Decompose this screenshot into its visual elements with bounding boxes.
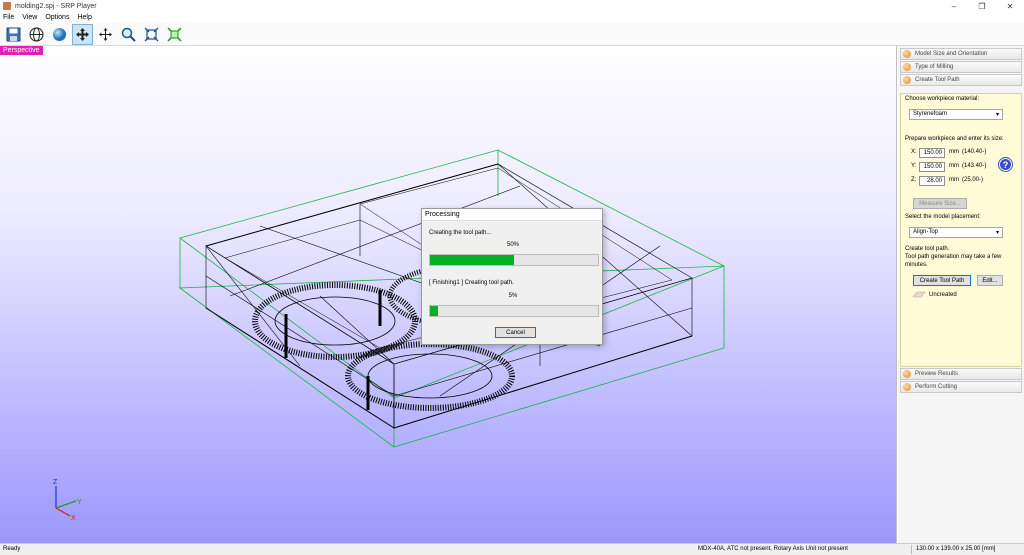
wireframe-view-button[interactable] (26, 24, 47, 45)
size-z-axis: Z: (911, 177, 917, 183)
app-icon (3, 2, 11, 10)
section-label: Create Tool Path (915, 77, 960, 83)
close-button[interactable]: ✕ (996, 0, 1024, 12)
globe-wire-icon (29, 27, 44, 41)
size-label: Prepare workpiece and enter its size: (905, 136, 1004, 142)
size-x-axis: X: (911, 149, 917, 155)
progress-bar-1 (429, 254, 599, 266)
machine-status: MDX-40A, ATC not present, Rotary Axis Un… (698, 546, 848, 552)
menu-options[interactable]: Options (45, 14, 69, 21)
window-controls: – ❐ ✕ (940, 0, 1024, 12)
size-y-unit: mm (949, 163, 959, 169)
edit-button[interactable]: Edit... (977, 275, 1003, 286)
section-icon (903, 370, 911, 378)
section-perform-cutting[interactable]: Perform Cutting (900, 381, 1022, 393)
section-label: Perform Cutting (915, 384, 958, 390)
pan-icon (99, 27, 112, 41)
section-model-size[interactable]: Model Size and Orientation (900, 48, 1022, 60)
progress-bar-2 (429, 305, 599, 317)
size-y-range: (143.40-) (962, 163, 987, 169)
placement-select[interactable]: Align-Top ▾ (909, 227, 1003, 238)
size-z-range: (25.00-) (962, 177, 984, 183)
axis-z-label: Z (53, 479, 58, 486)
size-y-input[interactable]: 150.00 (919, 162, 945, 172)
progress-bar-1-fill (430, 255, 514, 265)
size-x-input[interactable]: 150.00 (919, 148, 945, 158)
fit-icon (144, 27, 159, 41)
create-line-2: Tool path generation may take a few (905, 254, 1002, 260)
progress-1-percent: 50% (506, 242, 519, 248)
section-preview-results[interactable]: Preview Results (900, 368, 1022, 380)
zoom-button[interactable] (118, 24, 139, 45)
progress-1-label: Creating the tool path... (429, 230, 492, 236)
material-select[interactable]: Styrenefoam ▾ (909, 109, 1003, 120)
save-icon (6, 27, 21, 41)
zoom-icon (121, 27, 136, 42)
create-tool-path-button[interactable]: Create Tool Path (913, 275, 971, 286)
status-text: Ready (3, 546, 21, 552)
section-icon (903, 76, 911, 84)
cancel-button[interactable]: Cancel (495, 327, 536, 338)
section-label: Preview Results (915, 371, 959, 377)
title-bar: molding2.spj - SRP Player – ❐ ✕ (0, 0, 1024, 12)
maximize-button[interactable]: ❐ (968, 0, 996, 12)
fit-button[interactable] (141, 24, 162, 45)
create-tool-path-body: Choose workpiece material: Styrenefoam ▾… (900, 93, 1022, 367)
sphere-icon (53, 27, 66, 41)
axis-x-label: X (71, 515, 76, 522)
placement-value: Align-Top (913, 229, 939, 235)
size-x-unit: mm (949, 149, 959, 155)
material-label: Choose workpiece material: (905, 96, 980, 102)
section-label: Model Size and Orientation (915, 51, 988, 57)
perspective-label: Perspective (0, 46, 43, 55)
chevron-down-icon: ▾ (995, 112, 999, 118)
fit-all-button[interactable] (164, 24, 185, 45)
menu-help[interactable]: Help (77, 14, 91, 21)
progress-2-label: [ Finishing1 ] Creating tool path. (429, 280, 514, 286)
chevron-down-icon: ▾ (995, 230, 999, 236)
model-size-status: 130.00 x 139.00 x 25.00 [mm] (916, 546, 996, 552)
size-z-input[interactable]: 28.00 (919, 176, 945, 186)
section-create-tool-path[interactable]: Create Tool Path (900, 74, 1022, 86)
section-type-of-milling[interactable]: Type of Milling (900, 61, 1022, 73)
shaded-view-button[interactable] (49, 24, 70, 45)
help-icon[interactable]: ? (999, 158, 1012, 171)
tool-path-status: Uncreated (929, 292, 957, 298)
create-line-3: minutes. (905, 262, 928, 268)
menu-bar: File View Options Help (0, 12, 1024, 22)
tool-path-status-icon (912, 291, 926, 298)
menu-view[interactable]: View (22, 14, 37, 21)
material-value: Styrenefoam (913, 111, 948, 117)
processing-dialog: Processing Creating the tool path... 50%… (421, 208, 603, 345)
section-icon (903, 50, 911, 58)
size-x-range: (140.40-) (962, 149, 987, 155)
section-icon (903, 383, 911, 391)
section-label: Type of Milling (915, 64, 954, 70)
progress-bar-2-fill (430, 306, 439, 316)
minimize-button[interactable]: – (940, 0, 968, 12)
fit-all-icon (167, 26, 182, 42)
axis-y-label: Y (77, 499, 82, 506)
progress-2-percent: 5% (508, 293, 518, 299)
placement-label: Select the model placement: (905, 214, 981, 220)
section-icon (903, 63, 911, 71)
size-y-axis: Y: (911, 163, 917, 169)
status-bar: Ready MDX-40A, ATC not present, Rotary A… (0, 543, 1024, 555)
measure-size-button[interactable]: Measure Size... (913, 198, 967, 209)
pan-button[interactable] (95, 24, 116, 45)
size-z-unit: mm (949, 177, 959, 183)
rotate-move-button[interactable] (72, 23, 93, 45)
create-line-1: Create tool path. (905, 246, 950, 252)
axis-triad: Z Y X (53, 479, 82, 522)
side-panel: Model Size and Orientation Type of Milli… (898, 46, 1024, 543)
window-title: molding2.spj - SRP Player (15, 2, 97, 10)
save-button[interactable] (3, 24, 24, 45)
dialog-title: Processing (422, 209, 602, 221)
status-divider (911, 545, 912, 554)
toolbar (0, 23, 1024, 46)
menu-file[interactable]: File (3, 14, 14, 21)
rotate-move-icon (76, 27, 89, 41)
